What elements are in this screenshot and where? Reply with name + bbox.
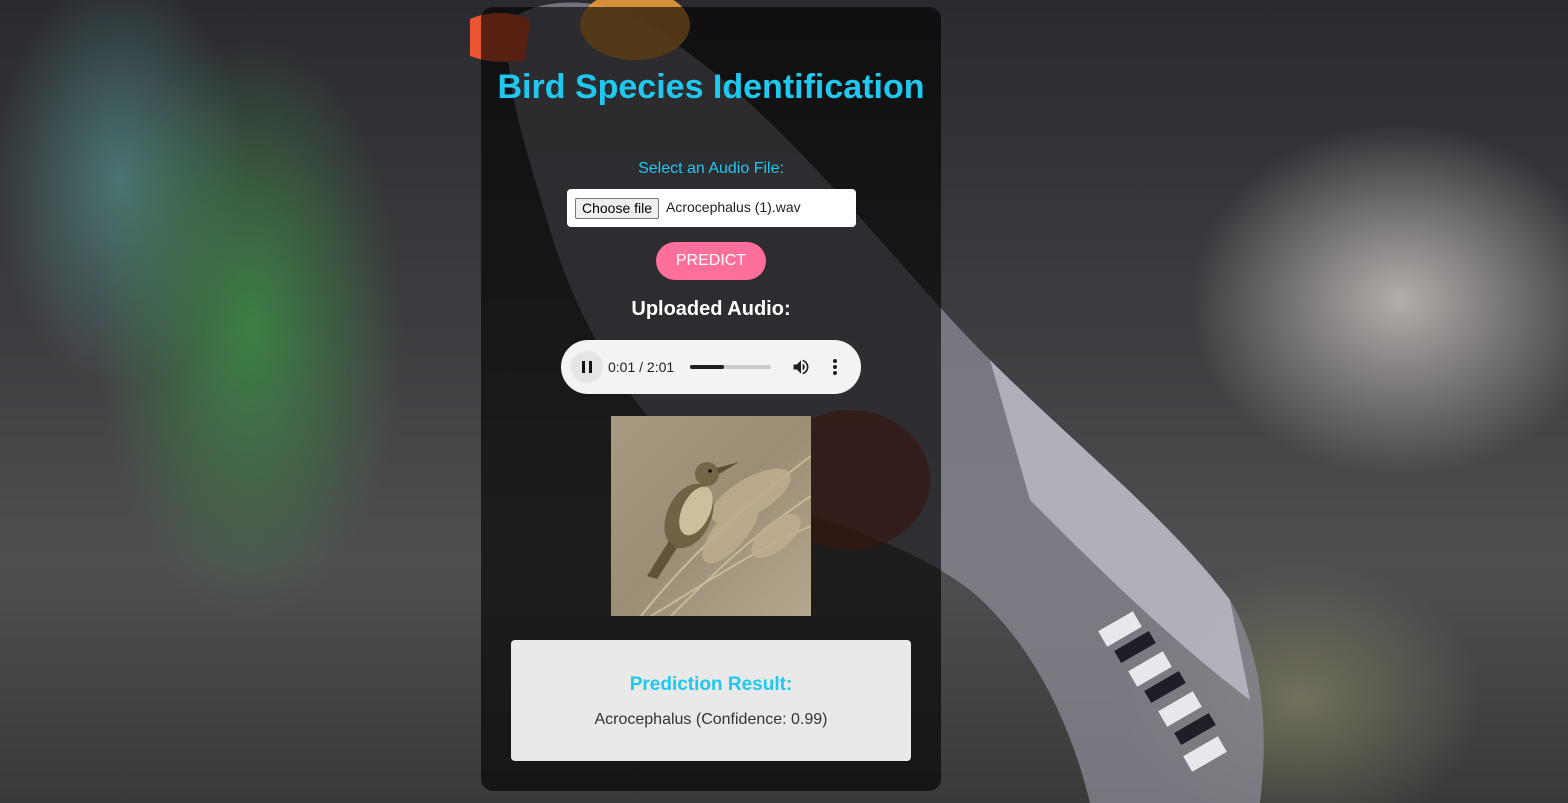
page-title: Bird Species Identification bbox=[497, 68, 925, 106]
volume-icon[interactable] bbox=[791, 357, 811, 377]
more-vert-icon[interactable] bbox=[827, 357, 843, 377]
main-panel: Bird Species Identification Select an Au… bbox=[481, 7, 941, 791]
prediction-result-box: Prediction Result: Acrocephalus (Confide… bbox=[511, 640, 911, 761]
select-audio-label: Select an Audio File: bbox=[638, 160, 784, 177]
audio-player[interactable]: 0:01 / 2:01 bbox=[561, 340, 861, 394]
file-input[interactable]: Choose file Acrocephalus (1).wav bbox=[567, 189, 856, 227]
prediction-result-heading: Prediction Result: bbox=[629, 674, 793, 695]
uploaded-audio-heading: Uploaded Audio: bbox=[631, 298, 791, 320]
audio-time-display: 0:01 / 2:01 bbox=[608, 359, 675, 375]
choose-file-button[interactable]: Choose file bbox=[575, 198, 660, 219]
pause-icon[interactable] bbox=[571, 351, 603, 383]
audio-progress-fill bbox=[690, 365, 725, 369]
audio-progress-slider[interactable] bbox=[690, 365, 771, 369]
selected-file-name: Acrocephalus (1).wav bbox=[666, 199, 801, 215]
prediction-result-text: Acrocephalus (Confidence: 0.99) bbox=[594, 711, 828, 728]
predict-button[interactable]: PREDICT bbox=[656, 242, 766, 280]
predicted-bird-image bbox=[611, 416, 811, 616]
